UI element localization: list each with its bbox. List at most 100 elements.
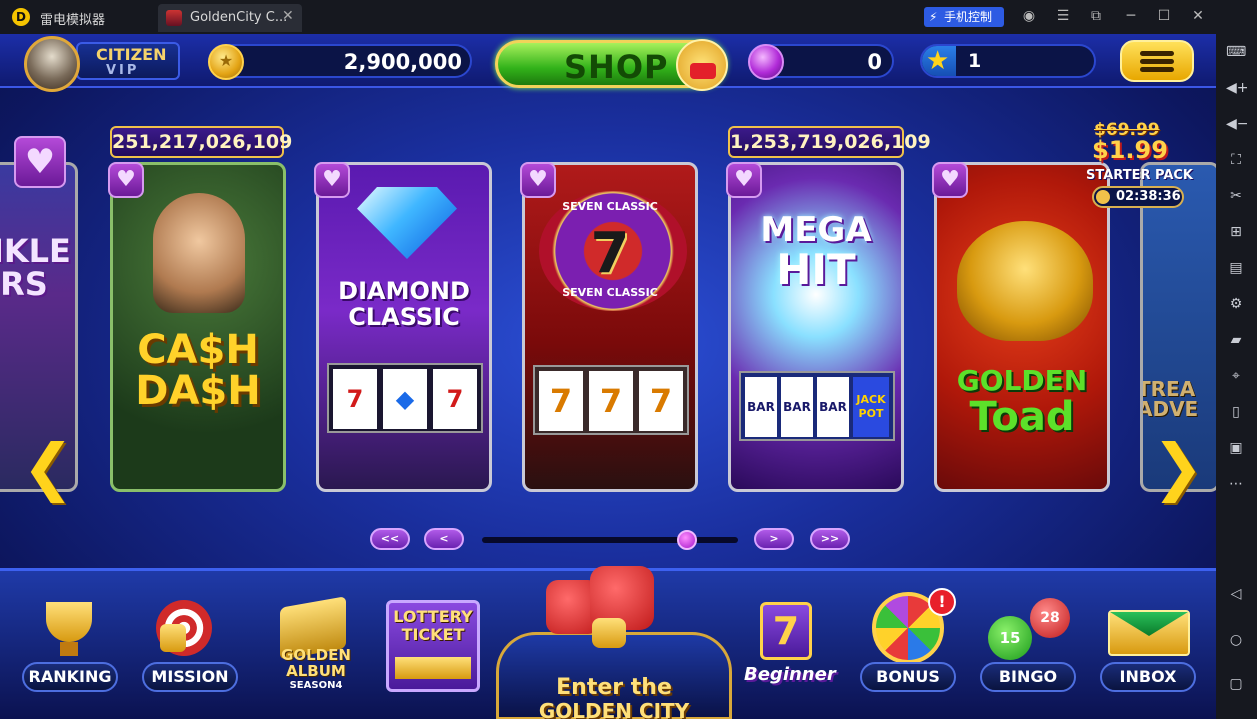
dice-icon <box>542 566 674 648</box>
game-title-line2: HIT <box>776 245 856 294</box>
golden-album-button[interactable]: GOLDEN ALBUM SEASON4 <box>268 596 354 712</box>
toad-image <box>957 221 1093 341</box>
game-tab-icon <box>166 10 182 26</box>
pager-prev-button[interactable]: < <box>424 528 464 550</box>
partial-card-title: TREA ADVE <box>1140 377 1199 422</box>
window-titlebar: D 雷电模拟器 GoldenCity C... ✕ 手机控制 ◉ ☰ ⧉ ─ ☐… <box>0 0 1257 34</box>
jackpot-reel-label: JACK POT <box>853 377 889 437</box>
pager-slider[interactable] <box>482 530 738 550</box>
gem-balance[interactable]: 0 <box>748 44 894 80</box>
account-icon[interactable]: ◉ <box>1020 8 1038 24</box>
folder-icon[interactable]: ▰ <box>1226 330 1246 350</box>
fullscreen-icon[interactable]: ⛶ <box>1226 150 1246 170</box>
game-title-line3: SEVEN CLASSIC <box>562 286 658 299</box>
slot-card-cash-dash[interactable]: CA$H DA$H <box>110 162 286 492</box>
tab-goldencity[interactable]: GoldenCity C... ✕ <box>158 4 302 32</box>
menu-icon[interactable]: ☰ <box>1054 8 1072 24</box>
clock-icon <box>1096 190 1110 204</box>
volume-down-icon[interactable]: ◀− <box>1226 114 1249 134</box>
bingo-balls-icon: 15 28 <box>986 598 1072 668</box>
gem-amount: 0 <box>867 50 882 74</box>
seven-slot-icon: 7 <box>760 602 812 660</box>
level-progress[interactable]: ★ 1 <box>920 44 1096 78</box>
pager-last-button[interactable]: >> <box>810 528 850 550</box>
vip-rank-panel[interactable]: CITIZEN VIP <box>76 42 180 80</box>
trophy-icon <box>34 600 104 662</box>
game-title-line2: Toad <box>969 394 1075 440</box>
volume-up-icon[interactable]: ◀+ <box>1226 78 1249 98</box>
coin-icon: ★ <box>208 44 244 80</box>
carousel-next-arrow[interactable]: ❯ <box>1152 430 1204 503</box>
maximize-icon[interactable]: ☐ <box>1155 8 1173 24</box>
apk-install-icon[interactable]: ▤ <box>1226 258 1246 278</box>
bonus-button[interactable]: BONUS <box>860 662 956 692</box>
starter-pack-promo[interactable]: $69.99 $1.99 STARTER PACK 02:38:36 <box>1086 120 1194 216</box>
reels-preview: 7 7 7 <box>533 365 689 435</box>
lottery-ticket-button[interactable]: LOTTERY TICKET <box>386 600 480 692</box>
slot-card-diamond-classic[interactable]: DIAMOND CLASSIC 7 ◆ 7 <box>316 162 492 492</box>
shop-button[interactable]: SHOP <box>495 39 728 91</box>
jackpot-counter: 1,253,719,026,109 <box>728 126 931 158</box>
favorite-heart-icon[interactable]: ♥ <box>314 162 350 198</box>
mail-envelope-icon <box>1104 604 1194 660</box>
settings-icon[interactable]: ⚙ <box>1226 294 1246 314</box>
multi-window-icon[interactable]: ▣ <box>1226 438 1246 458</box>
coin-balance[interactable]: ★ 2,900,000 <box>208 44 472 80</box>
lock-icon <box>160 624 186 652</box>
game-title: CA$H DA$H <box>135 327 261 414</box>
pager-slider-knob[interactable] <box>676 530 697 550</box>
partial-card-title: NKLE RS <box>0 232 71 303</box>
menu-line <box>1140 51 1174 56</box>
keyboard-icon[interactable]: ⌨ <box>1226 42 1246 62</box>
favorite-heart-icon[interactable]: ♥ <box>108 162 144 198</box>
promo-price: $1.99 <box>1092 136 1168 164</box>
more-icon[interactable]: ⋯ <box>1226 474 1246 494</box>
main-menu-button[interactable] <box>1120 40 1194 82</box>
emulator-sidebar: ⌨ ◀+ ◀− ⛶ ✂ ⊞ ▤ ⚙ ▰ ⌖ ▯ ▣ ⋯ ◁ ○ ▢ <box>1216 34 1257 719</box>
reels-preview: BAR BAR BAR JACK POT <box>739 371 895 441</box>
tab-label: GoldenCity C... <box>190 10 288 25</box>
game-title-line1: GOLDEN <box>956 364 1088 397</box>
app-title: 雷电模拟器 <box>40 13 106 28</box>
carousel-prev-arrow[interactable]: ❮ <box>22 430 74 503</box>
minimize-icon[interactable]: ─ <box>1122 8 1140 24</box>
favorite-heart-icon[interactable]: ♥ <box>726 162 762 198</box>
slot-card-mega-hit[interactable]: MEGA HIT BAR BAR BAR JACK POT <box>728 162 904 492</box>
ticket-slot-icon <box>395 657 471 679</box>
tab-close-icon[interactable]: ✕ <box>282 8 294 24</box>
player-avatar[interactable] <box>24 36 80 92</box>
game-title-line1: MEGA <box>760 210 872 250</box>
home-icon[interactable]: ○ <box>1226 630 1246 650</box>
favorite-heart-icon[interactable]: ♥ <box>932 162 968 198</box>
restore-window-icon[interactable]: ⧉ <box>1087 8 1105 24</box>
add-icon[interactable]: ⊞ <box>1226 222 1246 242</box>
game-title-line1: DIAMOND <box>338 277 470 305</box>
pager-first-button[interactable]: << <box>370 528 410 550</box>
location-icon[interactable]: ⌖ <box>1226 366 1246 386</box>
scissors-icon[interactable]: ✂ <box>1226 186 1246 206</box>
pager-next-button[interactable]: > <box>754 528 794 550</box>
shake-icon[interactable]: ▯ <box>1226 402 1246 422</box>
portrait-image <box>153 193 245 313</box>
coin-amount: 2,900,000 <box>343 50 462 74</box>
close-window-icon[interactable]: ✕ <box>1189 8 1207 24</box>
recents-icon[interactable]: ▢ <box>1226 674 1246 694</box>
lock-icon <box>592 618 626 648</box>
menu-line <box>1140 59 1174 64</box>
rank-title: CITIZEN <box>96 45 167 64</box>
slot-card-seven-classic[interactable]: SEVEN CLASSIC 7 SEVEN CLASSIC 7 7 7 <box>522 162 698 492</box>
promo-label: STARTER PACK <box>1086 168 1194 183</box>
slot-card-golden-toad[interactable]: GOLDEN Toad <box>934 162 1110 492</box>
inbox-button[interactable]: INBOX <box>1100 662 1196 692</box>
game-screen: CITIZEN VIP ★ 2,900,000 SHOP 0 ★ 1 NKLE … <box>0 34 1216 719</box>
beginner-button[interactable]: 7 Beginner <box>744 600 836 692</box>
back-icon[interactable]: ◁ <box>1226 584 1246 604</box>
bingo-button[interactable]: BINGO <box>980 662 1076 692</box>
mission-button[interactable]: MISSION <box>142 662 238 692</box>
game-title-line2: CLASSIC <box>348 303 460 331</box>
favorite-heart-icon[interactable]: ♥ <box>520 162 556 198</box>
remote-control-button[interactable]: 手机控制 <box>924 7 1004 27</box>
ranking-button[interactable]: RANKING <box>22 662 118 692</box>
mission-target-icon <box>146 598 230 662</box>
favorite-heart-icon[interactable]: ♥ <box>14 136 66 188</box>
